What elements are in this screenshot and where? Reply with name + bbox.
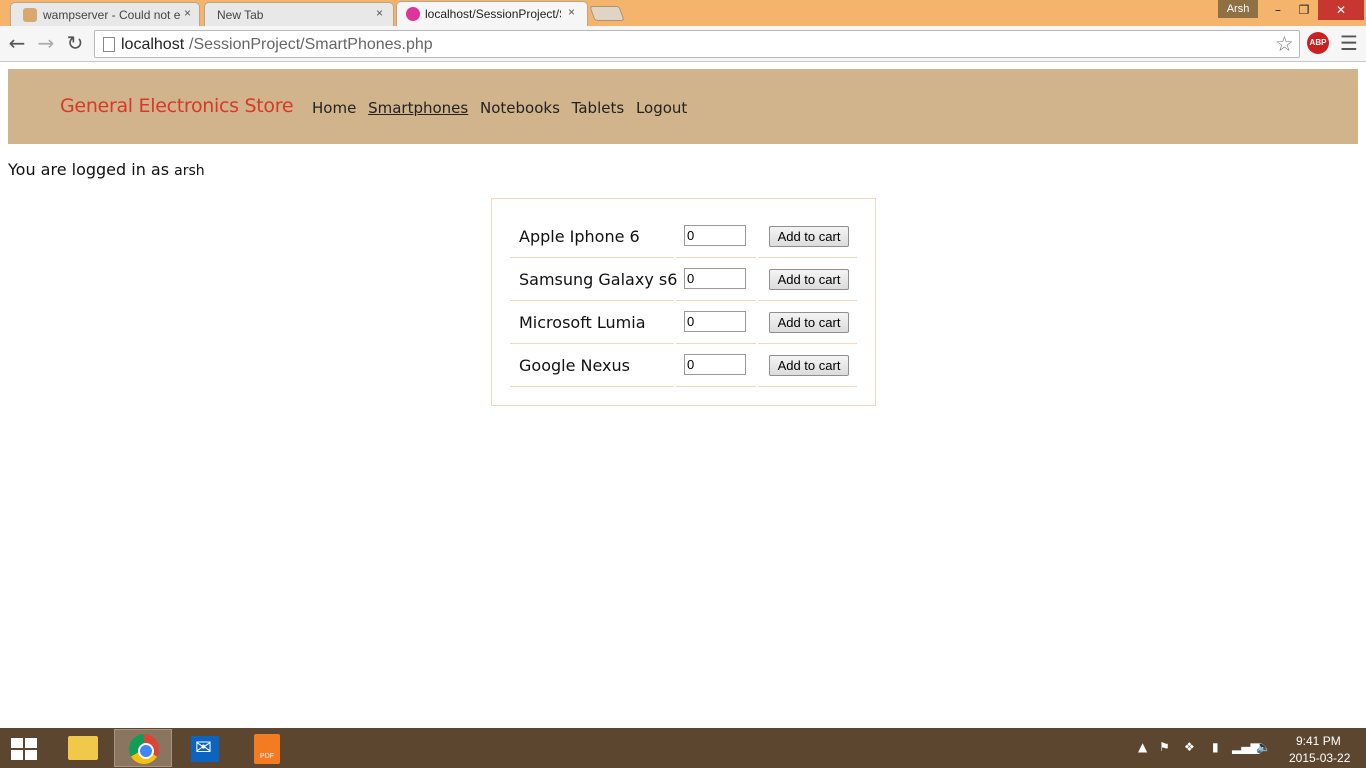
- table-row: Apple Iphone 6 Add to cart: [510, 217, 857, 260]
- tab-smartphones[interactable]: localhost/SessionProject/S ×: [396, 1, 588, 26]
- file-explorer-icon: [68, 736, 98, 760]
- add-to-cart-button[interactable]: Add to cart: [769, 226, 849, 247]
- show-hidden-icons-icon[interactable]: ▲: [1138, 740, 1147, 754]
- table-row: Microsoft Lumia Add to cart: [510, 303, 857, 346]
- page-icon: [103, 37, 115, 52]
- product-name: Samsung Galaxy s6: [519, 270, 678, 289]
- login-prefix: You are logged in as: [8, 160, 170, 179]
- clock-time[interactable]: 9:41 PM: [1296, 734, 1341, 748]
- add-to-cart-button[interactable]: Add to cart: [769, 355, 849, 376]
- reload-icon[interactable]: ↻: [63, 31, 87, 55]
- forward-icon[interactable]: →: [34, 31, 58, 55]
- pdf-icon: PDF: [254, 734, 280, 764]
- site-nav: Home Smartphones Notebooks Tablets Logou…: [312, 99, 694, 117]
- mail-icon: [191, 735, 219, 762]
- tab-title: wampserver - Could not e: [43, 8, 181, 22]
- dropbox-icon[interactable]: ❖: [1184, 740, 1195, 754]
- start-button[interactable]: [0, 729, 58, 767]
- tab-title: New Tab: [217, 8, 264, 22]
- quantity-input[interactable]: [684, 354, 746, 375]
- product-name: Google Nexus: [519, 356, 630, 375]
- stackoverflow-icon: [23, 8, 37, 22]
- close-icon[interactable]: ×: [376, 6, 383, 20]
- quantity-input[interactable]: [684, 311, 746, 332]
- tab-title: localhost/SessionProject/S: [425, 7, 561, 21]
- restore-button[interactable]: ❐: [1291, 0, 1317, 20]
- product-name: Microsoft Lumia: [519, 313, 646, 332]
- back-icon[interactable]: ←: [5, 31, 29, 55]
- table-row: Samsung Galaxy s6 Add to cart: [510, 260, 857, 303]
- site-brand[interactable]: General Electronics Store: [60, 95, 294, 117]
- clock-date[interactable]: 2015-03-22: [1289, 751, 1350, 765]
- taskbar-file-explorer[interactable]: [52, 729, 110, 767]
- login-username: arsh: [174, 163, 205, 179]
- profile-badge[interactable]: Arsh: [1218, 0, 1258, 18]
- product-table: Apple Iphone 6 Add to cart Samsung Galax…: [491, 198, 876, 406]
- browser-toolbar: ← → ↻ localhost /SessionProject/SmartPho…: [0, 26, 1366, 62]
- volume-icon[interactable]: 🔈: [1256, 740, 1271, 754]
- chrome-icon: [129, 734, 159, 764]
- battery-icon[interactable]: ▮: [1212, 740, 1219, 754]
- table-row: Google Nexus Add to cart: [510, 346, 857, 389]
- taskbar-chrome[interactable]: [114, 729, 172, 767]
- site-header: General Electronics Store Home Smartphon…: [8, 69, 1358, 144]
- product-name: Apple Iphone 6: [519, 227, 640, 246]
- windows-start-icon: [11, 738, 38, 760]
- adblock-icon[interactable]: ABP: [1307, 32, 1329, 54]
- address-bar[interactable]: localhost /SessionProject/SmartPhones.ph…: [94, 30, 1300, 58]
- nav-logout[interactable]: Logout: [636, 99, 687, 117]
- tab-wampserver[interactable]: wampserver - Could not e ×: [10, 2, 200, 26]
- window-close-button[interactable]: ✕: [1318, 0, 1364, 20]
- url-host: localhost: [121, 36, 185, 53]
- taskbar-mail[interactable]: [176, 729, 234, 767]
- new-tab-button[interactable]: [589, 6, 625, 21]
- nav-tablets[interactable]: Tablets: [572, 99, 625, 117]
- flag-icon[interactable]: ⚑: [1159, 740, 1170, 754]
- quantity-input[interactable]: [684, 268, 746, 289]
- add-to-cart-button[interactable]: Add to cart: [769, 269, 849, 290]
- quantity-input[interactable]: [684, 225, 746, 246]
- star-icon[interactable]: ☆: [1275, 32, 1294, 56]
- login-status: You are logged in as arsh: [8, 160, 205, 179]
- wamp-icon: [406, 7, 420, 21]
- close-icon[interactable]: ×: [568, 5, 575, 19]
- minimize-button[interactable]: –: [1265, 0, 1291, 20]
- nav-smartphones[interactable]: Smartphones: [368, 99, 468, 117]
- nav-home[interactable]: Home: [312, 99, 356, 117]
- add-to-cart-button[interactable]: Add to cart: [769, 312, 849, 333]
- menu-icon[interactable]: ☰: [1340, 32, 1358, 54]
- nav-notebooks[interactable]: Notebooks: [480, 99, 560, 117]
- tab-new-tab[interactable]: New Tab ×: [204, 2, 394, 26]
- taskbar-pdf[interactable]: PDF: [238, 729, 296, 767]
- browser-title-bar: wampserver - Could not e × New Tab × loc…: [0, 0, 1366, 26]
- url-path: /SessionProject/SmartPhones.php: [189, 36, 433, 53]
- close-icon[interactable]: ×: [184, 6, 191, 20]
